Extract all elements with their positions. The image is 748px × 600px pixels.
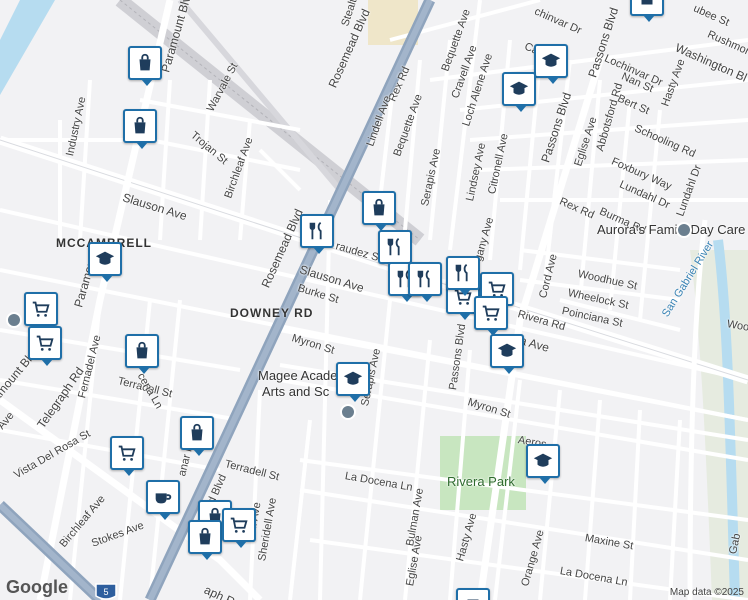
poi-rivera-park[interactable]: Rivera Park	[447, 474, 515, 489]
school-poi-icon[interactable]	[340, 404, 356, 420]
interstate-5-shield: 5	[95, 583, 117, 600]
i5-shield-label: 5	[103, 587, 108, 597]
school-marker-1[interactable]	[534, 44, 568, 84]
graduation-cap-icon	[541, 53, 561, 67]
shopping-cart-icon	[482, 305, 500, 321]
graduation-cap-icon	[95, 251, 115, 265]
shopping-bag-marker-1[interactable]	[128, 46, 162, 86]
shopping-bag-icon	[136, 341, 148, 359]
shopping-cart-icon	[32, 301, 50, 317]
daycare-icon[interactable]	[676, 222, 692, 238]
shopping-cart-icon	[118, 445, 136, 461]
restaurant-icon	[387, 237, 400, 256]
shopping-bag-marker-5[interactable]	[180, 416, 214, 456]
graduation-cap-icon	[533, 453, 553, 467]
shopping-cart-marker-7[interactable]	[474, 296, 508, 336]
restaurant-icon	[455, 263, 468, 282]
graduation-cap-icon	[509, 81, 529, 95]
shopping-bag-icon	[191, 423, 203, 441]
restaurant-icon	[309, 221, 322, 240]
restaurant-marker-2[interactable]	[378, 230, 412, 270]
shopping-bag-icon	[139, 53, 151, 71]
poi-magee-line1[interactable]: Magee Acade	[258, 368, 338, 383]
shopping-bag-icon	[134, 116, 146, 134]
generic-place-icon	[641, 0, 653, 5]
graduation-cap-icon	[497, 343, 517, 357]
shopping-bag-marker-4[interactable]	[125, 334, 159, 374]
map-view[interactable]: 5 Rosemead Blvd Rosemead Blvd Rosemead B…	[0, 0, 748, 600]
restaurant-icon	[417, 269, 430, 288]
map-base: 5	[0, 0, 748, 600]
shopping-cart-icon	[36, 335, 54, 351]
google-logo: Google	[6, 577, 68, 597]
shopping-bag-marker-7[interactable]	[188, 520, 222, 560]
shopping-bag-marker-2[interactable]	[123, 109, 157, 149]
generic-place-icon	[467, 599, 479, 600]
shopping-cart-marker-4[interactable]	[222, 508, 256, 548]
map-attribution[interactable]: Map data ©2025	[670, 587, 744, 598]
cafe-marker[interactable]	[146, 480, 180, 520]
shopping-cart-marker-3[interactable]	[110, 436, 144, 476]
shopping-cart-marker-2[interactable]	[28, 326, 62, 366]
shopping-cart-marker-1[interactable]	[24, 292, 58, 332]
generic-marker-bottom[interactable]	[456, 588, 490, 600]
restaurant-marker-1[interactable]	[300, 214, 334, 254]
school-marker-4[interactable]	[336, 362, 370, 402]
restaurant-marker-5[interactable]	[446, 256, 480, 296]
school-marker-5[interactable]	[490, 334, 524, 374]
shopping-bag-icon	[199, 527, 211, 545]
area-downey-rd: DOWNEY RD	[230, 306, 314, 320]
school-marker-3[interactable]	[88, 242, 122, 282]
shopping-bag-marker-3[interactable]	[362, 191, 396, 231]
shopping-bag-icon	[373, 198, 385, 216]
shopping-cart-icon	[230, 517, 248, 533]
poi-auroras[interactable]: Aurora's Family Day Care	[597, 222, 745, 237]
coffee-cup-icon	[155, 493, 172, 504]
bank-icon[interactable]	[6, 312, 22, 328]
restaurant-marker-4[interactable]	[408, 262, 442, 302]
poi-magee-line2[interactable]: Arts and Sc	[262, 384, 329, 399]
generic-marker-top[interactable]	[630, 0, 664, 22]
school-marker-2[interactable]	[502, 72, 536, 112]
school-marker-6[interactable]	[526, 444, 560, 484]
graduation-cap-icon	[343, 371, 363, 385]
